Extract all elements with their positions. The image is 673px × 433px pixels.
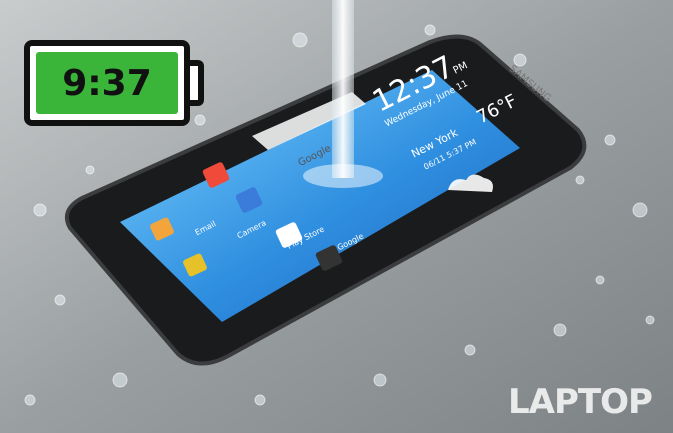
battery-badge: 9:37: [24, 40, 190, 126]
battery-fill: 9:37: [36, 52, 178, 114]
battery-time: 9:37: [62, 62, 152, 104]
laptop-watermark: LAPTOP: [508, 382, 653, 422]
battery-tip: [190, 60, 204, 106]
water-stream: [332, 0, 354, 178]
water-splash: [303, 164, 383, 188]
